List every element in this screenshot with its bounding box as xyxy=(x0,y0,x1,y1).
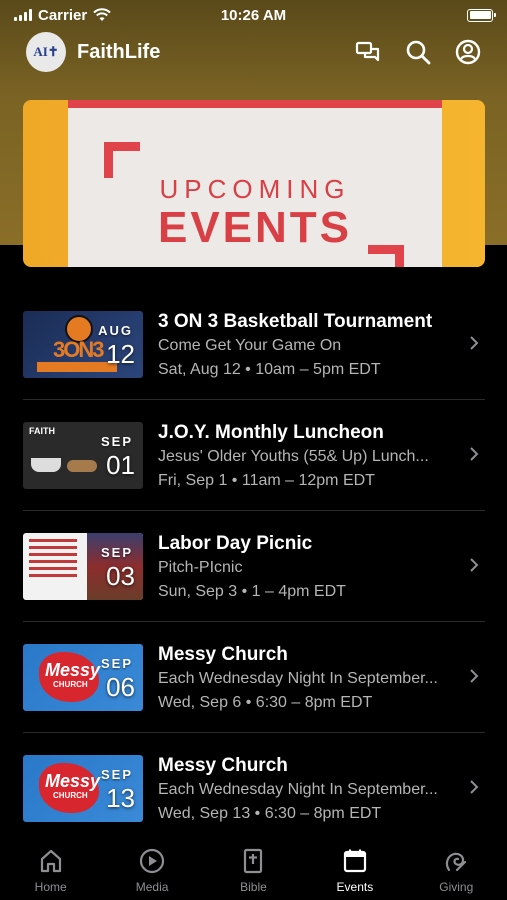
event-title: Messy Church xyxy=(158,644,288,665)
event-day: 01 xyxy=(106,450,135,480)
tab-bible[interactable]: Bible xyxy=(213,848,293,900)
chevron-right-icon xyxy=(470,669,479,683)
event-row[interactable]: Messy CHURCH SEP 13 Messy Church Each We… xyxy=(23,733,485,844)
event-title: J.O.Y. Monthly Luncheon xyxy=(158,422,384,443)
event-subtitle: Pitch-PIcnic xyxy=(158,559,243,576)
event-month: SEP xyxy=(100,767,133,782)
search-icon[interactable] xyxy=(405,39,431,65)
tab-label: Events xyxy=(336,880,374,894)
status-bar: Carrier 10:26 AM xyxy=(0,0,507,30)
giving-icon xyxy=(446,852,467,872)
food-graphic xyxy=(67,460,97,472)
app-logo[interactable]: AI✝ xyxy=(26,32,66,72)
bible-icon xyxy=(244,848,263,874)
event-month: SEP xyxy=(100,545,133,560)
event-title: 3 ON 3 Basketball Tournament xyxy=(158,311,433,332)
event-day: 03 xyxy=(106,561,135,591)
thumbnail-logo-text: FAITH xyxy=(29,426,55,436)
event-time: Sat, Aug 12 • 10am – 5pm EDT xyxy=(158,361,381,378)
chat-icon[interactable] xyxy=(355,40,381,64)
event-time: Fri, Sep 1 • 11am – 12pm EDT xyxy=(158,472,375,489)
banner-card: UPCOMING EVENTS xyxy=(68,100,442,267)
status-left: Carrier xyxy=(14,7,111,24)
event-thumbnail: FAITH SEP 01 xyxy=(23,422,143,489)
calendar-icon xyxy=(343,849,366,873)
event-month: SEP xyxy=(100,656,133,671)
play-icon xyxy=(139,848,165,874)
event-row[interactable]: SEP 03 Labor Day Picnic Pitch-PIcnic Sun… xyxy=(23,511,485,622)
thumbnail-strip xyxy=(37,362,117,372)
event-day: 13 xyxy=(106,783,135,813)
thumbnail-logo-text: Messy xyxy=(45,771,101,791)
event-thumbnail: 3ON3 AUG 12 xyxy=(23,311,143,378)
thumbnail-logo-subtext: CHURCH xyxy=(53,791,88,800)
tab-events[interactable]: Events xyxy=(315,848,395,900)
home-icon xyxy=(40,849,61,873)
banner-title-line2: EVENTS xyxy=(157,203,353,252)
event-day: 12 xyxy=(106,339,135,369)
event-thumbnail: SEP 03 xyxy=(23,533,143,600)
cup-graphic xyxy=(31,458,61,472)
tab-giving[interactable]: Giving xyxy=(416,848,496,900)
signal-icon xyxy=(14,9,32,21)
chevron-right-icon xyxy=(470,780,479,794)
event-subtitle: Jesus' Older Youths (55& Up) Lunch... xyxy=(158,448,429,465)
event-day: 06 xyxy=(106,672,135,702)
app-title: FaithLife xyxy=(77,40,161,63)
chevron-right-icon xyxy=(470,558,479,572)
logo-text: AI✝ xyxy=(33,44,59,59)
tab-label: Giving xyxy=(439,880,474,894)
event-list: 3ON3 AUG 12 3 ON 3 Basketball Tournament… xyxy=(0,289,507,844)
event-title: Labor Day Picnic xyxy=(158,533,313,554)
carrier-label: Carrier xyxy=(38,6,88,24)
wifi-icon xyxy=(93,8,111,21)
flyer-text-graphic xyxy=(29,539,77,581)
upcoming-events-banner: UPCOMING EVENTS xyxy=(23,100,485,267)
battery-icon xyxy=(467,8,496,22)
tab-bar: Home Media Bible Events Giving xyxy=(0,838,507,900)
tab-label: Bible xyxy=(240,880,267,894)
event-time: Sun, Sep 3 • 1 – 4pm EDT xyxy=(158,583,346,600)
app-actions xyxy=(355,39,481,65)
banner-top-stripe xyxy=(68,100,442,108)
tab-label: Media xyxy=(135,880,169,894)
tab-label: Home xyxy=(34,880,67,894)
event-title: Messy Church xyxy=(158,755,288,776)
event-month: AUG xyxy=(98,323,133,338)
thumbnail-logo-text: Messy xyxy=(45,660,101,680)
event-month: SEP xyxy=(100,434,133,449)
tab-home[interactable]: Home xyxy=(11,848,91,900)
chevron-right-icon xyxy=(470,447,479,461)
chevron-right-icon xyxy=(470,336,479,350)
event-thumbnail: Messy CHURCH SEP 13 xyxy=(23,755,143,822)
tab-media[interactable]: Media xyxy=(112,848,192,900)
app-bar: AI✝ FaithLife xyxy=(0,30,507,74)
event-time: Wed, Sep 13 • 6:30 – 8pm EDT xyxy=(158,805,382,822)
event-subtitle: Each Wednesday Night In September... xyxy=(158,781,438,798)
event-time: Wed, Sep 6 • 6:30 – 8pm EDT xyxy=(158,694,373,711)
event-row[interactable]: 3ON3 AUG 12 3 ON 3 Basketball Tournament… xyxy=(23,289,485,400)
banner-title-line1: UPCOMING xyxy=(159,174,351,204)
thumbnail-logo-subtext: CHURCH xyxy=(53,680,88,689)
event-subtitle: Come Get Your Game On xyxy=(158,337,342,354)
event-thumbnail: Messy CHURCH SEP 06 xyxy=(23,644,143,711)
event-row[interactable]: Messy CHURCH SEP 06 Messy Church Each We… xyxy=(23,622,485,733)
thumbnail-logo-text: 3ON3 xyxy=(53,337,105,362)
event-subtitle: Each Wednesday Night In September... xyxy=(158,670,438,687)
profile-icon[interactable] xyxy=(455,39,481,65)
banner-corner-top-left xyxy=(104,142,140,178)
event-row[interactable]: FAITH SEP 01 J.O.Y. Monthly Luncheon Jes… xyxy=(23,400,485,511)
